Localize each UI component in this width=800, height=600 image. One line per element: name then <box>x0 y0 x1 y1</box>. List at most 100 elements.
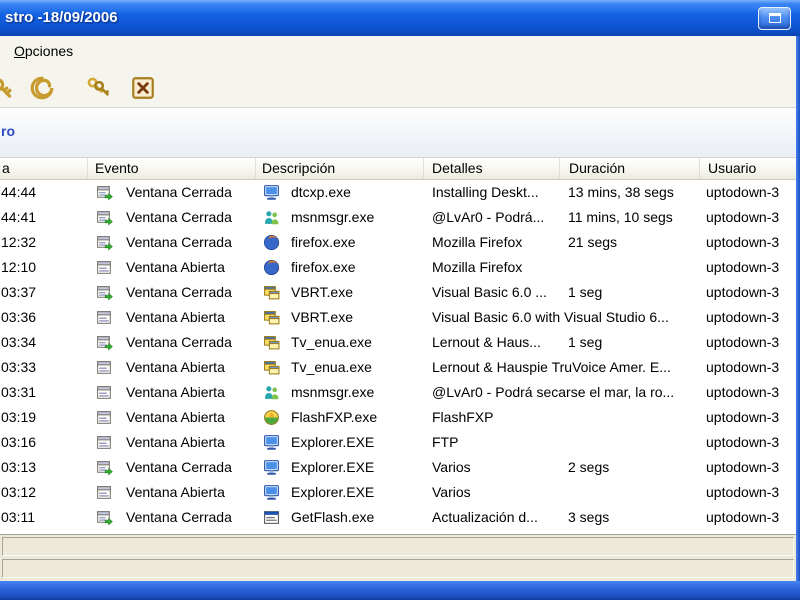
time-cell: 03:31 <box>1 384 37 400</box>
user-cell: uptodown-3 <box>706 184 780 200</box>
vb-form-icon <box>263 284 280 301</box>
user-cell: uptodown-3 <box>706 459 780 475</box>
getflash-icon <box>263 509 280 526</box>
menu-bar: Opciones <box>0 36 800 67</box>
table-row[interactable]: 44:41 Ventana Cerrada msnmsgr.exe @LvAr0 - … <box>0 205 796 230</box>
table-row[interactable]: 12:32 Ventana Cerrada firefox.exe Mozilla F… <box>0 230 796 255</box>
details-cell: Mozilla Firefox <box>432 259 523 275</box>
details-cell: Lernout & Haus... <box>432 334 541 350</box>
event-cell: Ventana Cerrada <box>126 184 232 200</box>
vb-form-icon <box>263 309 280 326</box>
table-row[interactable]: 03:33 Ventana Abierta Tv_enua.exe Lernout &… <box>0 355 796 380</box>
details-cell: Varios <box>432 484 471 500</box>
table-rows: 44:44 Ventana Cerrada dtcxp.exe Installing … <box>0 180 796 530</box>
app-cell: firefox.exe <box>291 234 356 250</box>
event-cell: Ventana Abierta <box>126 484 225 500</box>
event-cell: Ventana Abierta <box>126 309 225 325</box>
user-cell: uptodown-3 <box>706 409 780 425</box>
user-cell: uptodown-3 <box>706 434 780 450</box>
app-cell: Explorer.EXE <box>291 484 375 500</box>
filter-band: ro <box>0 108 800 157</box>
event-cell: Ventana Cerrada <box>126 209 232 225</box>
details-cell: Lernout & Hauspie TruVoice Amer. E... <box>432 359 671 375</box>
table-row[interactable]: 03:34 Ventana Cerrada Tv_enua.exe Lernout &… <box>0 330 796 355</box>
user-cell: uptodown-3 <box>706 334 780 350</box>
details-cell: Mozilla Firefox <box>432 234 523 250</box>
event-cell: Ventana Abierta <box>126 359 225 375</box>
details-cell: FTP <box>432 434 459 450</box>
details-cell: Visual Basic 6.0 ... <box>432 284 547 300</box>
app-cell: msnmsgr.exe <box>291 209 375 225</box>
app-cell: FlashFXP.exe <box>291 409 378 425</box>
menu-item-opciones[interactable]: Opciones <box>8 36 79 67</box>
details-cell: Installing Deskt... <box>432 184 539 200</box>
app-cell: Explorer.EXE <box>291 459 375 475</box>
status-area <box>0 534 800 581</box>
vb-form-icon <box>263 334 280 351</box>
user-cell: uptodown-3 <box>706 384 780 400</box>
column-header-evento[interactable]: Evento <box>88 158 256 179</box>
table-row[interactable]: 03:16 Ventana Abierta Explorer.EXE FTP uptod… <box>0 430 796 455</box>
window-frame-bottom <box>0 581 800 600</box>
table-row[interactable]: 03:19 Ventana Abierta FlashFXP.exe FlashFXP… <box>0 405 796 430</box>
event-cell: Ventana Cerrada <box>126 509 232 525</box>
column-header-duracion[interactable]: Duración <box>560 158 700 179</box>
status-panel-2 <box>2 559 794 578</box>
app-cell: Explorer.EXE <box>291 434 375 450</box>
toolbar-button-4[interactable] <box>127 72 159 104</box>
column-header-hora[interactable]: a <box>0 158 88 179</box>
msn-icon <box>263 209 280 226</box>
window-closed-icon <box>96 209 113 226</box>
details-cell: Actualización d... <box>432 509 538 525</box>
time-cell: 44:44 <box>1 184 37 200</box>
user-cell: uptodown-3 <box>706 234 780 250</box>
computer-icon <box>263 484 280 501</box>
user-cell: uptodown-3 <box>706 309 780 325</box>
table-row[interactable]: 03:13 Ventana Cerrada Explorer.EXE Varios 2 … <box>0 455 796 480</box>
column-header-usuario[interactable]: Usuario <box>700 158 796 179</box>
column-header-descripcion[interactable]: Descripción <box>256 158 424 179</box>
app-cell: Tv_enua.exe <box>291 334 372 350</box>
window-opened-icon <box>96 359 113 376</box>
time-cell: 03:37 <box>1 284 37 300</box>
time-cell: 03:12 <box>1 484 37 500</box>
window-title: stro -18/09/2006 <box>5 9 118 26</box>
duration-cell: 1 seg <box>568 284 603 300</box>
table-row[interactable]: 03:36 Ventana Abierta VBRT.exe Visual Basic… <box>0 305 796 330</box>
msn-icon <box>263 384 280 401</box>
firefox-icon <box>263 234 280 251</box>
user-cell: uptodown-3 <box>706 284 780 300</box>
filter-label: ro <box>1 123 15 139</box>
table-row[interactable]: 03:12 Ventana Abierta Explorer.EXE Varios up… <box>0 480 796 505</box>
app-cell: dtcxp.exe <box>291 184 351 200</box>
time-cell: 03:16 <box>1 434 37 450</box>
window-opened-icon <box>96 409 113 426</box>
table-row[interactable]: 03:31 Ventana Abierta msnmsgr.exe @LvAr0 - … <box>0 380 796 405</box>
table-row[interactable]: 03:37 Ventana Cerrada VBRT.exe Visual Basic… <box>0 280 796 305</box>
app-cell: firefox.exe <box>291 259 356 275</box>
user-cell: uptodown-3 <box>706 509 780 525</box>
table-row[interactable]: 12:10 Ventana Abierta firefox.exe Mozilla F… <box>0 255 796 280</box>
time-cell: 03:36 <box>1 309 37 325</box>
maximize-button[interactable] <box>758 7 791 30</box>
event-cell: Ventana Cerrada <box>126 234 232 250</box>
toolbar-button-2[interactable] <box>26 72 58 104</box>
window-closed-icon <box>96 509 113 526</box>
duration-cell: 13 mins, 38 segs <box>568 184 674 200</box>
list-header: a Evento Descripción Detalles Duración U… <box>0 158 796 180</box>
shell-icon <box>29 75 55 101</box>
table-row[interactable]: 44:44 Ventana Cerrada dtcxp.exe Installing … <box>0 180 796 205</box>
status-panel-1 <box>2 537 794 556</box>
toolbar-button-3[interactable] <box>82 72 114 104</box>
column-header-detalles[interactable]: Detalles <box>424 158 560 179</box>
event-cell: Ventana Abierta <box>126 384 225 400</box>
time-cell: 44:41 <box>1 209 37 225</box>
duration-cell: 21 segs <box>568 234 618 250</box>
table-row[interactable]: 03:11 Ventana Cerrada GetFlash.exe Actualiz… <box>0 505 796 530</box>
event-cell: Ventana Cerrada <box>126 459 232 475</box>
toolbar <box>0 67 800 108</box>
flashfxp-icon <box>263 409 280 426</box>
toolbar-button-1[interactable] <box>0 72 18 104</box>
event-cell: Ventana Abierta <box>126 434 225 450</box>
computer-icon <box>263 459 280 476</box>
